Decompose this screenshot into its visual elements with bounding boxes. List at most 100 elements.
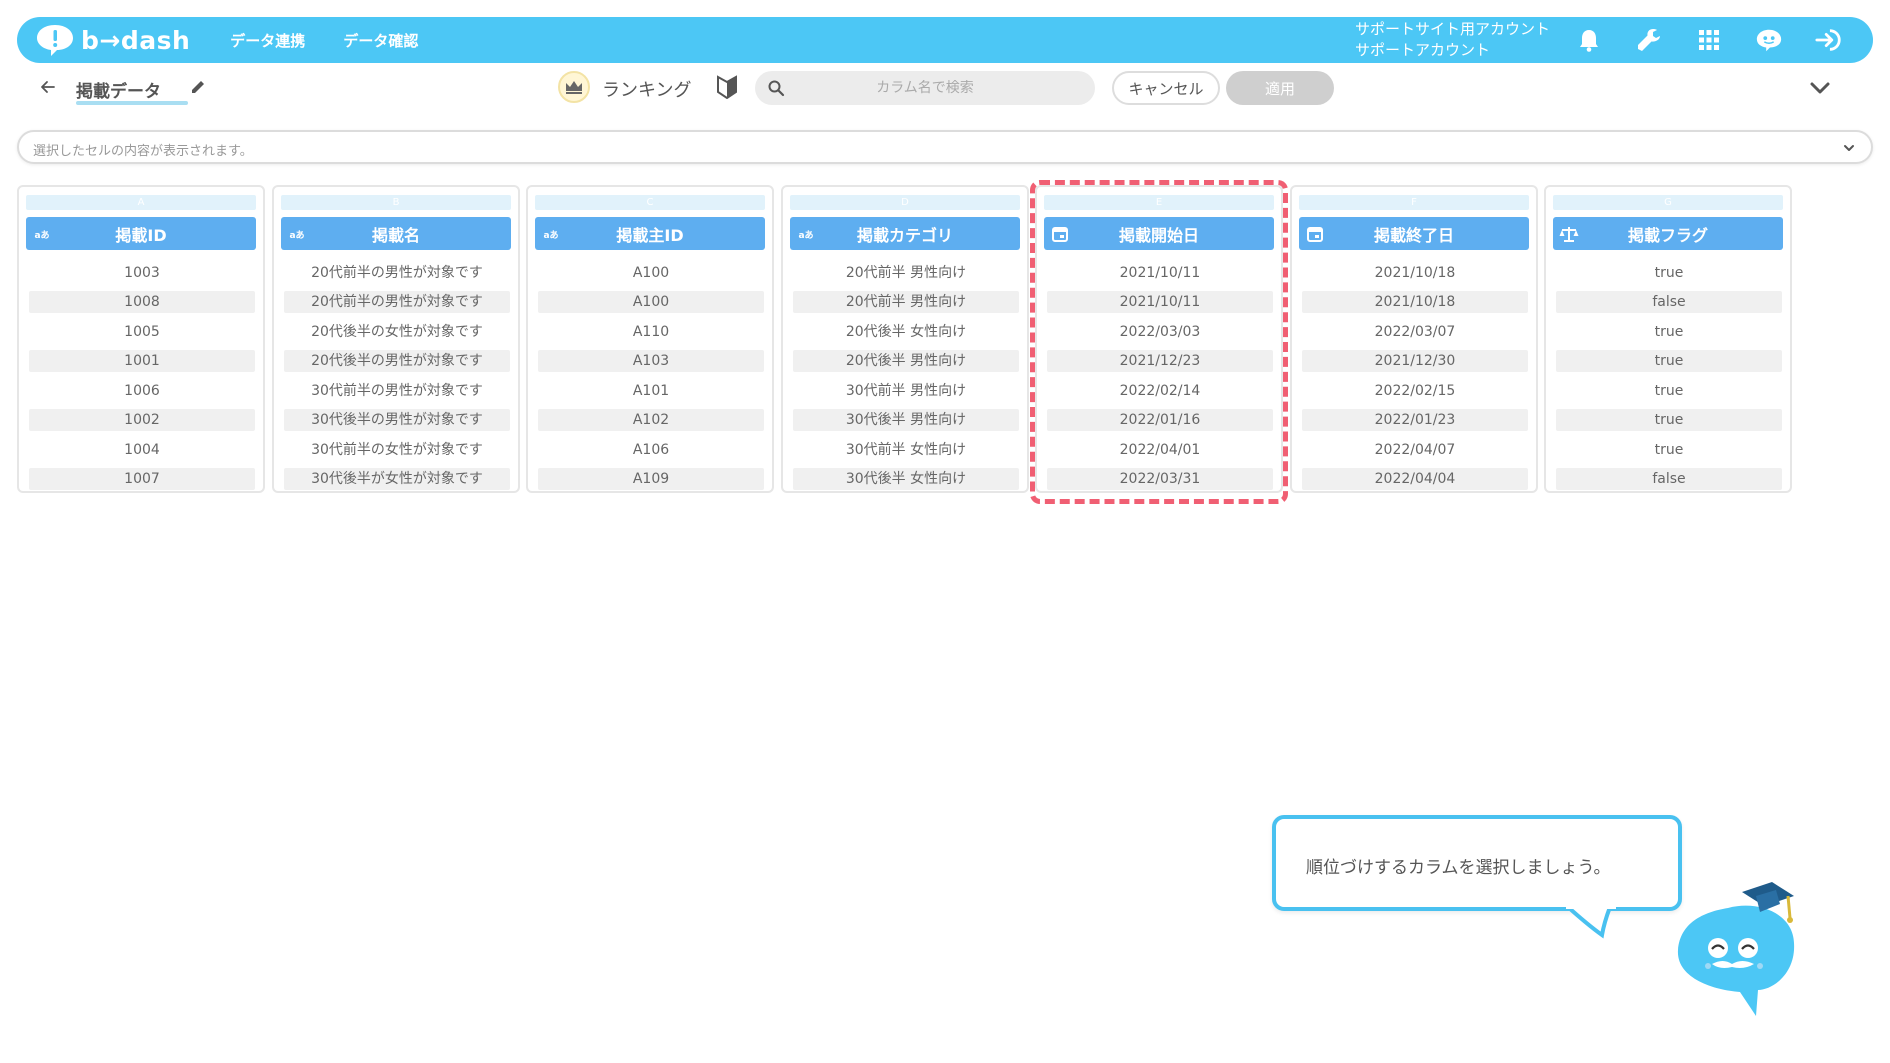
column-header[interactable]: aあ 掲載カテゴリ xyxy=(790,217,1020,250)
table-cell[interactable]: 2021/12/30 xyxy=(1302,350,1528,372)
calendar-icon xyxy=(1305,224,1325,244)
column-name: 掲載フラグ xyxy=(1627,225,1708,245)
table-cell[interactable]: 20代前半の男性が対象です xyxy=(284,291,510,313)
column-letter: E xyxy=(1044,195,1274,210)
column-name: 掲載ID xyxy=(115,225,167,245)
mascot-icon xyxy=(1677,882,1795,1016)
table-cell[interactable]: A106 xyxy=(538,439,764,461)
column-header[interactable]: aあ 掲載名 xyxy=(281,217,511,250)
table-cell[interactable]: 20代後半 女性向け xyxy=(793,321,1019,343)
column-letter: G xyxy=(1553,195,1783,210)
column-letter: B xyxy=(281,195,511,210)
table-cell[interactable]: A102 xyxy=(538,409,764,431)
table-cell[interactable]: 1008 xyxy=(29,291,255,313)
table-cell[interactable]: 1004 xyxy=(29,439,255,461)
table-cell[interactable]: A100 xyxy=(538,291,764,313)
text-type-icon: aあ xyxy=(34,230,50,241)
table-cell[interactable]: 1001 xyxy=(29,350,255,372)
search-input[interactable] xyxy=(785,80,1065,96)
table-cell[interactable]: 1002 xyxy=(29,409,255,431)
search-icon xyxy=(768,80,785,97)
table-cell[interactable]: 30代前半 男性向け xyxy=(793,380,1019,402)
table-cell[interactable]: 1003 xyxy=(29,262,255,284)
table-cell[interactable]: 2021/10/11 xyxy=(1047,262,1273,284)
table-cell[interactable]: true xyxy=(1556,380,1782,402)
table-cell[interactable]: 20代前半の男性が対象です xyxy=(284,262,510,284)
table-cell[interactable]: 2022/04/01 xyxy=(1047,439,1273,461)
page-title: 掲載データ xyxy=(76,82,161,102)
back-arrow-icon[interactable] xyxy=(38,75,58,99)
column-header[interactable]: 掲載開始日 xyxy=(1044,217,1274,250)
table-cell[interactable]: 30代後半 男性向け xyxy=(793,409,1019,431)
table-cell[interactable]: A110 xyxy=(538,321,764,343)
table-cell[interactable]: 2022/01/16 xyxy=(1047,409,1273,431)
table-cell[interactable]: 2022/02/15 xyxy=(1302,380,1528,402)
table-cell[interactable]: A101 xyxy=(538,380,764,402)
wrench-icon[interactable] xyxy=(1635,26,1663,54)
table-cell[interactable]: 20代前半 男性向け xyxy=(793,262,1019,284)
table-cell[interactable]: 30代前半の男性が対象です xyxy=(284,380,510,402)
column-letter: C xyxy=(535,195,765,210)
table-cell[interactable]: A100 xyxy=(538,262,764,284)
table-cell[interactable]: 1005 xyxy=(29,321,255,343)
account-name: サポートサイト用アカウント xyxy=(1355,20,1551,38)
column-header[interactable]: 掲載終了日 xyxy=(1299,217,1529,250)
column-header[interactable]: aあ 掲載主ID xyxy=(535,217,765,250)
chevron-down-icon[interactable] xyxy=(1807,75,1833,101)
chevron-down-icon[interactable] xyxy=(1839,138,1859,158)
table-cell[interactable]: 30代前半の女性が対象です xyxy=(284,439,510,461)
table-cell[interactable]: 2022/03/31 xyxy=(1047,468,1273,490)
table-cell[interactable]: false xyxy=(1556,468,1782,490)
table-cell[interactable]: 30代後半 女性向け xyxy=(793,468,1019,490)
column-g: G 掲載フラグ true false true true true true true false xyxy=(1544,185,1792,493)
table-cell[interactable]: 2022/04/07 xyxy=(1302,439,1528,461)
support-icon[interactable] xyxy=(1755,26,1783,54)
beginner-mark-icon[interactable] xyxy=(716,75,738,99)
nav-data-check[interactable]: データ確認 xyxy=(343,30,418,51)
table-cell[interactable]: 2022/02/14 xyxy=(1047,380,1273,402)
column-letter: F xyxy=(1299,195,1529,210)
nav-data-integration[interactable]: データ連携 xyxy=(230,30,305,51)
table-cell[interactable]: 2021/12/23 xyxy=(1047,350,1273,372)
table-cell[interactable]: 1006 xyxy=(29,380,255,402)
table-cell[interactable]: 2022/03/07 xyxy=(1302,321,1528,343)
table-cell[interactable]: 20代後半の男性が対象です xyxy=(284,350,510,372)
table-cell[interactable]: true xyxy=(1556,409,1782,431)
table-cell[interactable]: 20代前半 男性向け xyxy=(793,291,1019,313)
logo[interactable]: b→dash xyxy=(35,23,190,57)
table-cell[interactable]: 2021/10/18 xyxy=(1302,262,1528,284)
table-cell[interactable]: 1007 xyxy=(29,468,255,490)
table-cell[interactable]: 30代前半 女性向け xyxy=(793,439,1019,461)
logout-icon[interactable] xyxy=(1815,26,1843,54)
pencil-icon[interactable] xyxy=(189,78,207,96)
grid-icon[interactable] xyxy=(1695,26,1723,54)
column-header[interactable]: 掲載フラグ xyxy=(1553,217,1783,250)
table-cell[interactable]: true xyxy=(1556,350,1782,372)
column-header[interactable]: aあ 掲載ID xyxy=(26,217,256,250)
table-cell[interactable]: 2022/03/03 xyxy=(1047,321,1273,343)
table-cell[interactable]: true xyxy=(1556,262,1782,284)
table-cell[interactable]: 2022/04/04 xyxy=(1302,468,1528,490)
cancel-button[interactable]: キャンセル xyxy=(1112,71,1220,105)
table-cell[interactable]: 30代後半が女性が対象です xyxy=(284,468,510,490)
table-cell[interactable]: 20代後半 男性向け xyxy=(793,350,1019,372)
table-cell[interactable]: 20代後半の女性が対象です xyxy=(284,321,510,343)
column-d: Daあ 掲載カテゴリ 20代前半 男性向け 20代前半 男性向け 20代後半 女性向け 2… xyxy=(781,185,1029,493)
column-search xyxy=(755,71,1095,105)
account-user: サポートアカウント xyxy=(1355,41,1491,59)
table-cell[interactable]: false xyxy=(1556,291,1782,313)
table-cell[interactable]: 2022/01/23 xyxy=(1302,409,1528,431)
text-type-icon: aあ xyxy=(543,230,559,241)
apply-button[interactable]: 適用 xyxy=(1226,71,1334,105)
cell-content-bar[interactable]: 選択したセルの内容が表示されます。 xyxy=(17,130,1873,164)
table-cell[interactable]: 2021/10/11 xyxy=(1047,291,1273,313)
table-cell[interactable]: true xyxy=(1556,321,1782,343)
table-cell[interactable]: 30代後半の男性が対象です xyxy=(284,409,510,431)
table-cell[interactable]: true xyxy=(1556,439,1782,461)
logo-text: b→dash xyxy=(81,25,191,55)
table-cell[interactable]: A109 xyxy=(538,468,764,490)
bell-icon[interactable] xyxy=(1575,26,1603,54)
account-info[interactable]: サポートサイト用アカウント サポートアカウント xyxy=(1355,19,1550,61)
table-cell[interactable]: A103 xyxy=(538,350,764,372)
table-cell[interactable]: 2021/10/18 xyxy=(1302,291,1528,313)
